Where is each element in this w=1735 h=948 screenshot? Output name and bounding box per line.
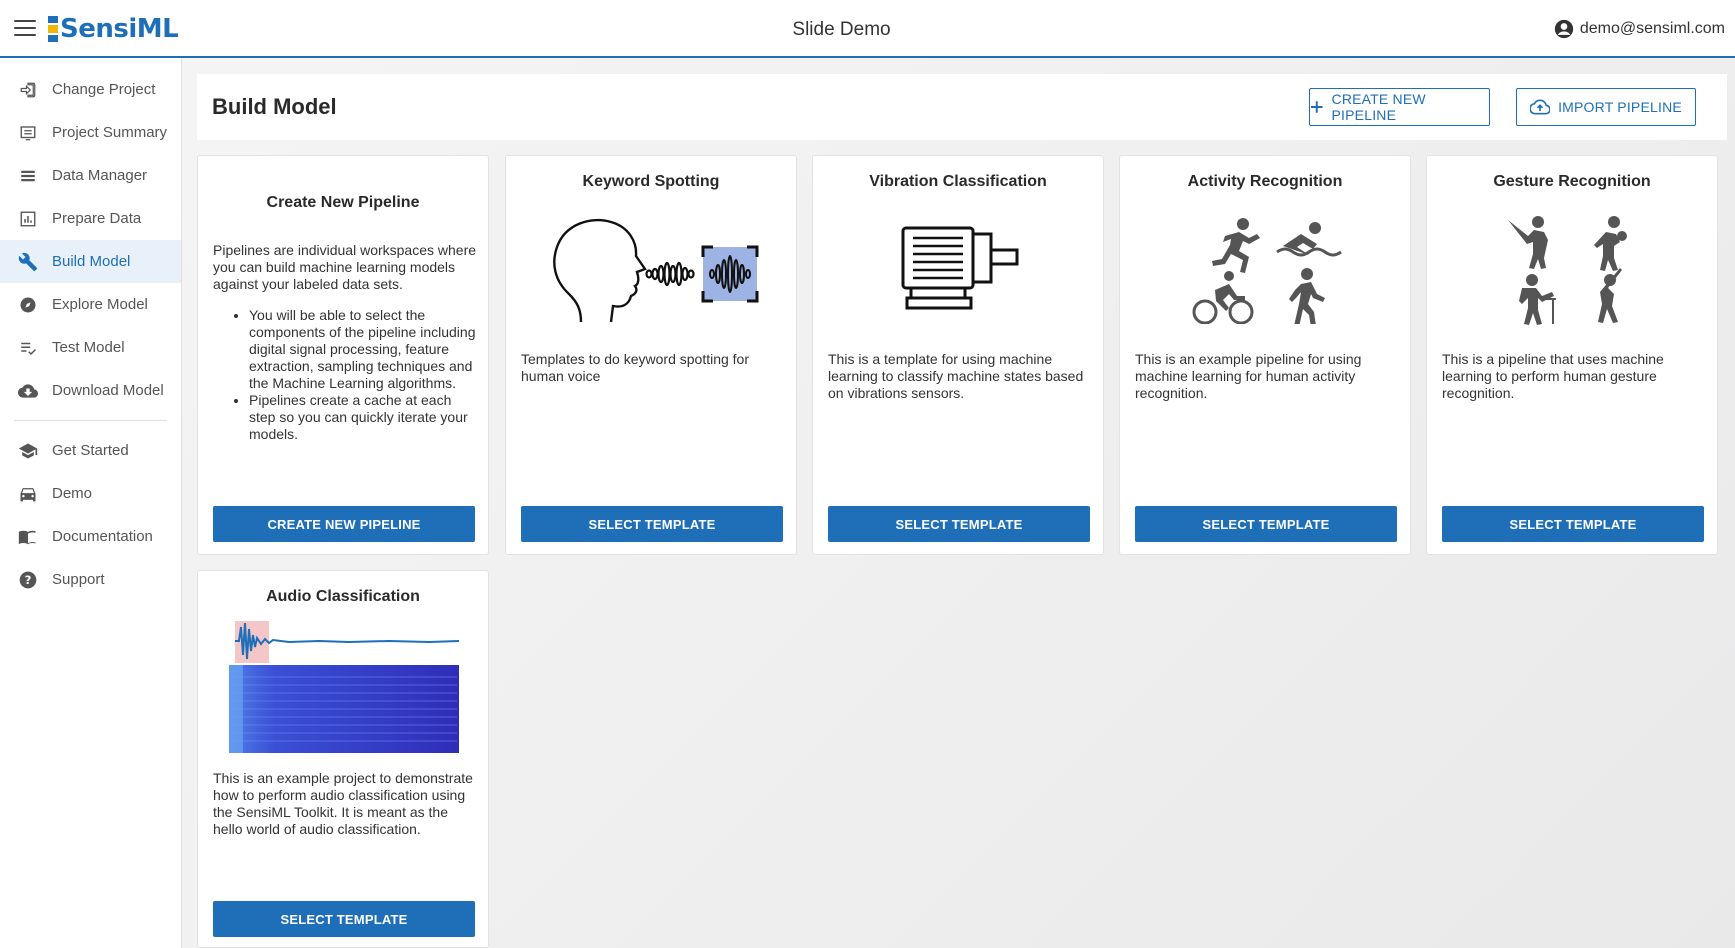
account-icon xyxy=(1554,19,1573,39)
sidebar-item-get-started[interactable]: Get Started xyxy=(0,429,181,472)
sidebar-item-build-model[interactable]: Build Model xyxy=(0,240,181,283)
sidebar-item-label: Build Model xyxy=(52,253,131,270)
user-email: demo@sensiml.com xyxy=(1579,20,1725,37)
sidebar-item-label: Demo xyxy=(52,485,93,502)
select-template-button[interactable]: SELECT TEMPLATE xyxy=(828,506,1090,542)
sidebar-item-label: Test Model xyxy=(52,339,125,356)
change-project-icon xyxy=(18,80,38,100)
card-title: Audio Classification xyxy=(266,588,420,605)
sidebar-item-label: Data Manager xyxy=(52,167,148,184)
cloud-download-icon xyxy=(18,381,38,401)
card-title: Vibration Classification xyxy=(869,173,1047,190)
sidebar-item-explore-model[interactable]: Explore Model xyxy=(0,283,181,326)
sidebar-item-label: Get Started xyxy=(52,442,129,459)
sidebar-item-label: Prepare Data xyxy=(52,210,142,227)
sidebar-item-label: Documentation xyxy=(52,528,153,545)
audio-classification-card: Audio Classification This is an example … xyxy=(197,570,489,948)
sidebar: Change Project Project Summary Data Mana… xyxy=(0,58,182,948)
card-title: Activity Recognition xyxy=(1187,173,1343,190)
sidebar-item-label: Support xyxy=(52,571,105,588)
card-description: This is an example project to demonstrat… xyxy=(213,770,473,837)
school-icon xyxy=(18,441,38,461)
sidebar-item-prepare-data[interactable]: Prepare Data xyxy=(0,197,181,240)
gesture-icon xyxy=(1427,214,1717,329)
main-content: Build Model CREATE NEW PIPELINE IMPORT P… xyxy=(182,58,1735,948)
motor-icon xyxy=(813,224,1103,314)
prepare-data-icon xyxy=(18,209,38,229)
card-title: Gesture Recognition xyxy=(1493,173,1651,190)
card-title: Create New Pipeline xyxy=(266,194,420,211)
user-menu[interactable]: demo@sensiml.com xyxy=(1554,19,1725,39)
book-icon xyxy=(18,527,38,547)
sidebar-item-demo[interactable]: Demo xyxy=(0,472,181,515)
app-bar: SensiML Slide Demo demo@sensiml.com xyxy=(0,0,1735,58)
sidebar-item-project-summary[interactable]: Project Summary xyxy=(0,111,181,154)
sidebar-item-label: Change Project xyxy=(52,81,156,98)
sidebar-item-download-model[interactable]: Download Model xyxy=(0,369,181,412)
page-header: Build Model CREATE NEW PIPELINE IMPORT P… xyxy=(197,74,1727,140)
svg-text:?: ? xyxy=(25,573,32,587)
import-pipeline-button[interactable]: IMPORT PIPELINE xyxy=(1516,88,1696,126)
help-icon: ? xyxy=(18,570,38,590)
create-new-pipeline-label: CREATE NEW PIPELINE xyxy=(1331,91,1426,123)
select-template-button[interactable]: SELECT TEMPLATE xyxy=(1135,506,1397,542)
select-template-button[interactable]: SELECT TEMPLATE xyxy=(213,901,475,937)
create-new-pipeline-card-button[interactable]: CREATE NEW PIPELINE xyxy=(213,506,475,542)
activity-recognition-card: Activity Recognition This is an example … xyxy=(1119,155,1411,555)
card-description: This is a template for using machine lea… xyxy=(828,351,1084,401)
list-item: You will be able to select the component… xyxy=(249,307,478,392)
summary-icon xyxy=(18,123,38,143)
sidebar-divider xyxy=(14,420,167,421)
car-icon xyxy=(18,484,38,504)
card-description: Pipelines are individual workspaces wher… xyxy=(213,242,478,443)
gesture-recognition-card: Gesture Recognition This is a pipeline t… xyxy=(1426,155,1718,555)
select-template-button[interactable]: SELECT TEMPLATE xyxy=(1442,506,1704,542)
card-intro-text: Pipelines are individual workspaces wher… xyxy=(213,242,477,292)
card-bullet-list: You will be able to select the component… xyxy=(249,307,478,443)
spectrogram-image xyxy=(229,619,460,754)
plus-icon xyxy=(1310,101,1323,113)
compass-icon xyxy=(18,295,38,315)
sidebar-item-test-model[interactable]: Test Model xyxy=(0,326,181,369)
import-pipeline-label: IMPORT PIPELINE xyxy=(1558,99,1682,115)
card-description: This is a pipeline that uses machine lea… xyxy=(1442,351,1664,401)
page-title: Build Model xyxy=(212,94,337,119)
project-title: Slide Demo xyxy=(792,19,891,40)
card-description: Templates to do keyword spotting for hum… xyxy=(521,351,750,384)
vibration-classification-card: Vibration Classification This is a templ… xyxy=(812,155,1104,555)
sidebar-item-change-project[interactable]: Change Project xyxy=(0,68,181,111)
card-title: Keyword Spotting xyxy=(582,173,720,190)
list-item: Pipelines create a cache at each step so… xyxy=(249,392,478,443)
wrench-icon xyxy=(18,252,38,272)
sidebar-item-documentation[interactable]: Documentation xyxy=(0,515,181,558)
sidebar-item-label: Download Model xyxy=(52,382,164,399)
sidebar-item-label: Project Summary xyxy=(52,124,168,141)
create-pipeline-card: Create New Pipeline Pipelines are indivi… xyxy=(197,155,489,555)
keyword-spotting-card: Keyword Spotting Templates to do keyword… xyxy=(505,155,797,555)
activity-icon xyxy=(1120,214,1410,324)
select-template-button[interactable]: SELECT TEMPLATE xyxy=(521,506,783,542)
card-description: This is an example pipeline for using ma… xyxy=(1135,351,1362,401)
create-new-pipeline-button[interactable]: CREATE NEW PIPELINE xyxy=(1309,88,1490,126)
data-manager-icon xyxy=(18,166,38,186)
head-voice-icon xyxy=(506,214,796,334)
test-list-icon xyxy=(18,338,38,358)
sidebar-item-support[interactable]: ? Support xyxy=(0,558,181,601)
cloud-upload-icon xyxy=(1530,99,1551,115)
sidebar-item-data-manager[interactable]: Data Manager xyxy=(0,154,181,197)
sidebar-item-label: Explore Model xyxy=(52,296,148,313)
